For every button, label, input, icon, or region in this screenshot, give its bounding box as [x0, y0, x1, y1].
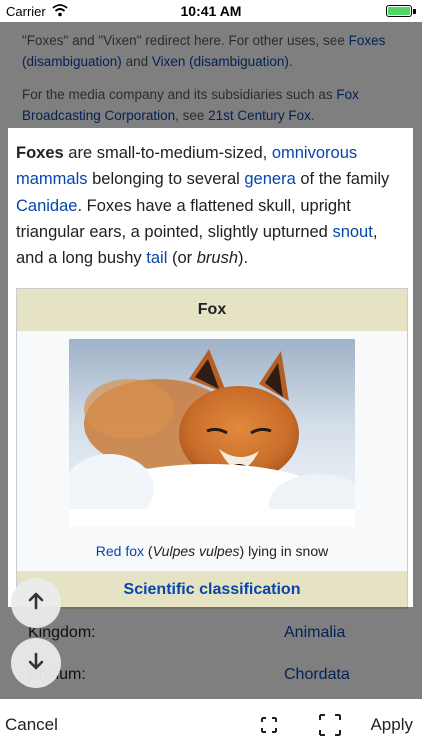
battery-tip [413, 9, 416, 14]
classification-row: Kingdom: Animalia [0, 613, 422, 653]
link-vixen-disambiguation[interactable]: Vixen (disambiguation) [152, 54, 289, 69]
classification-value-link[interactable]: Animalia [284, 613, 345, 653]
hatnote-media: For the media company and its subsidiari… [22, 84, 400, 126]
lead-bold-term: Foxes [16, 144, 64, 162]
hatnote-text: "Foxes" and "Vixen" redirect here. For o… [22, 33, 349, 48]
article-hatnotes: "Foxes" and "Vixen" redirect here. For o… [0, 22, 422, 128]
caption-species: Vulpes vulpes [152, 543, 240, 559]
link-21st-century-fox[interactable]: 21st Century Fox [208, 108, 311, 123]
infobox-title: Fox [17, 289, 407, 331]
classification-row: Phylum: Chordata [0, 655, 422, 695]
crop-dim-right [413, 128, 422, 607]
crop-aspect-icon[interactable] [256, 712, 282, 738]
link-genera[interactable]: genera [244, 170, 295, 188]
crop-toolbar: Cancel Apply [0, 699, 422, 750]
link-tail[interactable]: tail [146, 249, 167, 267]
lead-paragraph: Foxes are small-to-medium-sized, omnivor… [8, 128, 413, 271]
classification-table: Kingdom: Animalia Phylum: Chordata [0, 607, 422, 699]
photo-caption: Red fox (Vulpes vulpes) lying in snow [17, 543, 407, 559]
link-red-fox[interactable]: Red fox [96, 543, 144, 559]
link-snout[interactable]: snout [332, 223, 372, 241]
hatnote-text: , see [175, 108, 209, 123]
lead-text: are small-to-medium-sized, [63, 144, 272, 162]
hatnote-text: and [121, 54, 152, 69]
arrow-up-icon [26, 591, 46, 616]
lead-text: (or [167, 249, 197, 268]
hatnote-text: For the media company and its subsidiari… [22, 87, 337, 102]
caption-text: ) lying in snow [239, 543, 329, 559]
lead-text: ). [238, 249, 249, 268]
crop-dim-left [0, 128, 8, 607]
lead-text: of the family [295, 170, 390, 189]
link-canidae[interactable]: Canidae [16, 197, 77, 215]
scientific-classification-header[interactable]: Scientific classification [17, 571, 407, 609]
classification-value-link[interactable]: Chordata [284, 655, 350, 695]
lead-italic: brush [196, 249, 238, 268]
hatnote-foxes: "Foxes" and "Vixen" redirect here. For o… [22, 30, 400, 72]
status-bar: Carrier 10:41 AM [0, 0, 422, 22]
arrow-down-icon [26, 651, 46, 676]
lead-text: belonging to several [87, 170, 245, 189]
caption-text: ( [144, 543, 153, 559]
battery-icon [386, 5, 412, 17]
infobox: Fox Red fox (Vulpes vulpes) lying in sno… [16, 288, 408, 609]
cancel-button[interactable]: Cancel [5, 715, 58, 735]
hatnote-text: . [288, 54, 293, 69]
rotate-down-button[interactable] [11, 638, 61, 688]
crop-fit-icon[interactable] [317, 712, 343, 738]
crop-selection[interactable]: Foxes are small-to-medium-sized, omnivor… [8, 128, 413, 617]
apply-button[interactable]: Apply [370, 715, 413, 735]
fox-photo[interactable] [69, 339, 355, 527]
rotate-up-button[interactable] [11, 578, 61, 628]
clock: 10:41 AM [180, 3, 242, 19]
hatnote-text: . [310, 108, 315, 123]
